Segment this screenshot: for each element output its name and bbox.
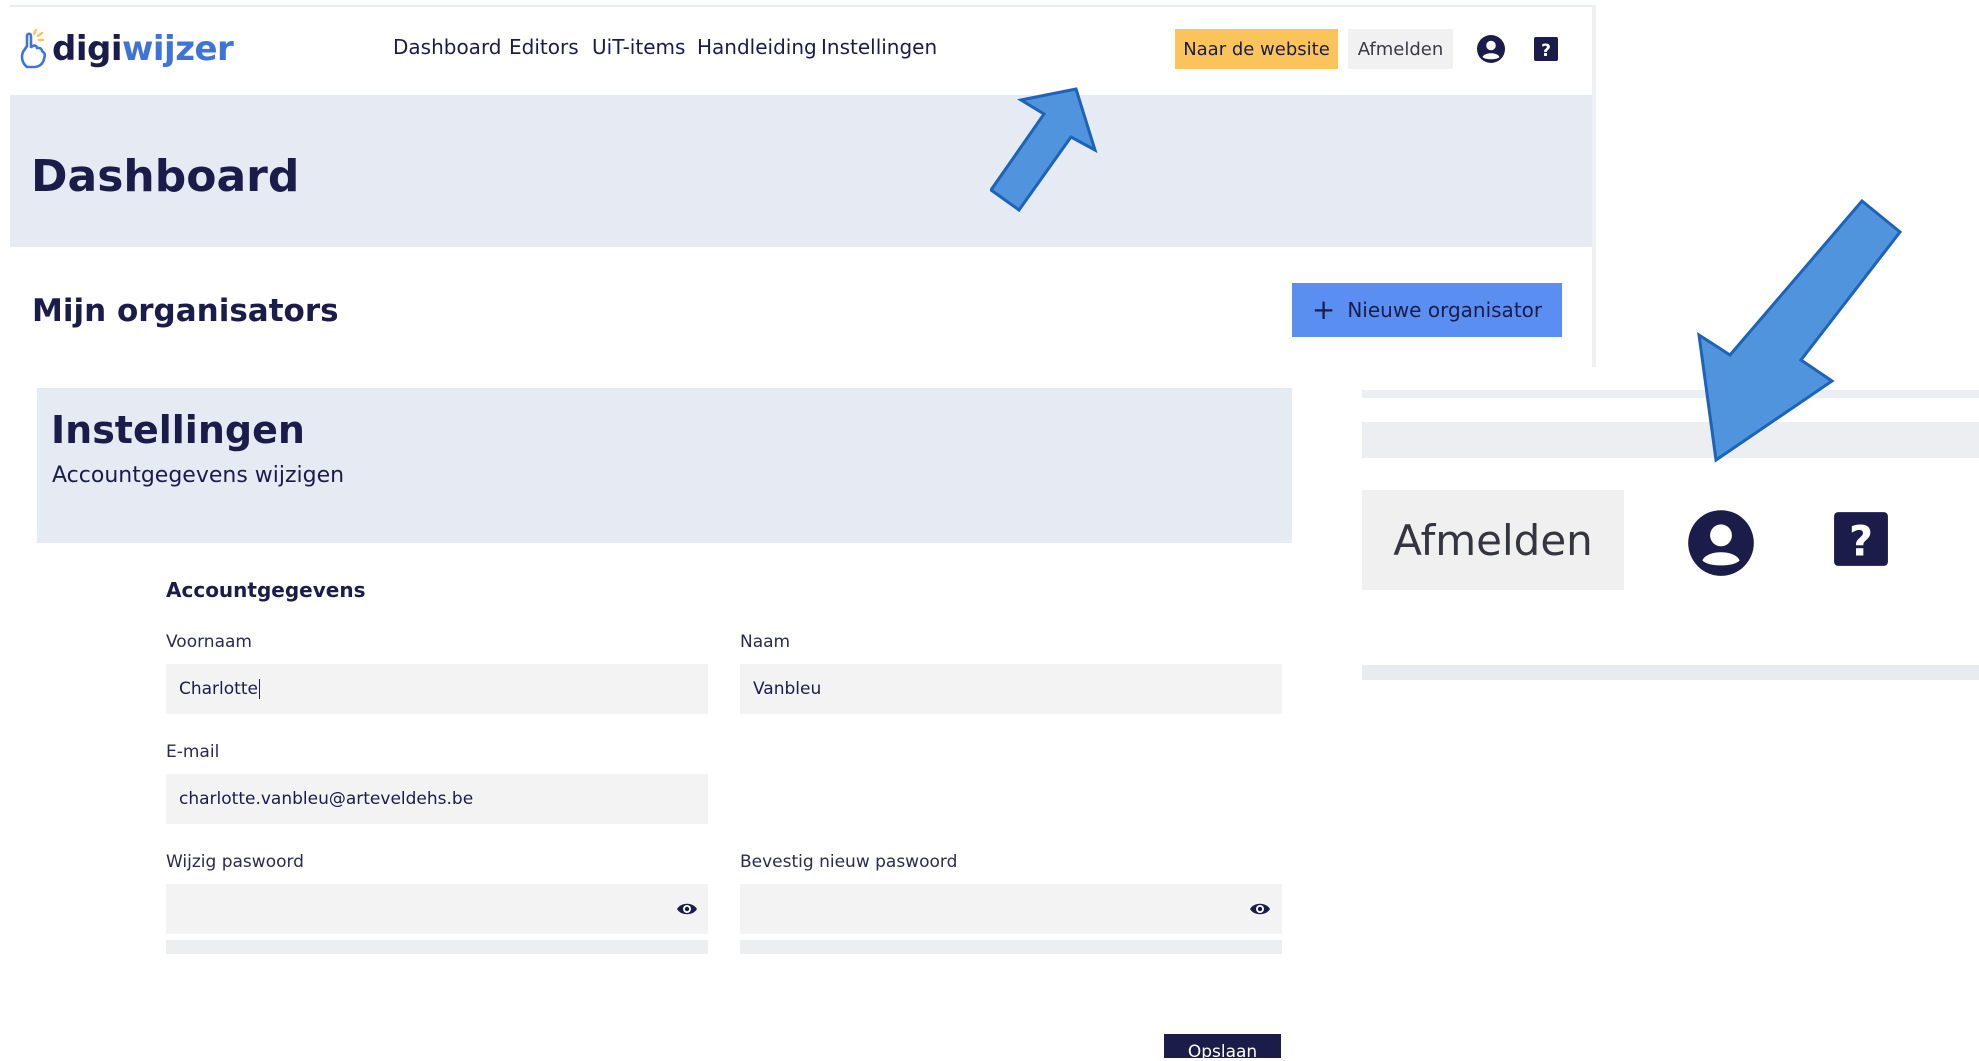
email-value: charlotte.vanbleu@arteveldehs.be	[179, 789, 474, 809]
zoom-band	[1362, 390, 1979, 398]
dashboard-hero: Dashboard	[10, 95, 1592, 247]
lastname-input[interactable]: Vanbleu	[740, 664, 1282, 714]
brand-logo[interactable]: digiwijzer	[18, 27, 234, 71]
eye-icon[interactable]	[676, 901, 698, 917]
nav-instellingen[interactable]: Instellingen	[821, 35, 937, 59]
nav-editors[interactable]: Editors	[509, 35, 579, 59]
firstname-input[interactable]: Charlotte	[166, 664, 708, 714]
password-label: Wijzig paswoord	[166, 852, 304, 872]
password-confirm-strength-bar	[740, 940, 1282, 954]
new-organisator-button[interactable]: + Nieuwe organisator	[1292, 283, 1562, 337]
section-title: Mijn organisators	[32, 293, 339, 329]
zoom-band	[1362, 665, 1979, 680]
save-button[interactable]: Opslaan	[1164, 1034, 1281, 1058]
top-navbar: digiwijzer Dashboard Editors UiT-items H…	[10, 7, 1592, 89]
settings-hero: Instellingen Accountgegevens wijzigen	[37, 388, 1292, 543]
brand-name: digiwijzer	[52, 29, 234, 69]
password-confirm-input[interactable]	[740, 884, 1282, 934]
user-circle-icon[interactable]	[1686, 508, 1756, 578]
page-title: Dashboard	[31, 151, 300, 202]
eye-icon[interactable]	[1249, 901, 1271, 917]
user-circle-icon[interactable]	[1475, 33, 1507, 65]
zoomed-header-screenshot: Afmelden ?	[1362, 390, 1979, 680]
question-mark-icon[interactable]: ?	[1532, 35, 1560, 63]
email-input[interactable]: charlotte.vanbleu@arteveldehs.be	[166, 774, 708, 824]
plus-icon: +	[1311, 293, 1336, 326]
email-label: E-mail	[166, 742, 220, 762]
nav-dashboard[interactable]: Dashboard	[393, 35, 502, 59]
account-section-title: Accountgegevens	[166, 578, 366, 602]
logout-button[interactable]: Afmelden	[1348, 29, 1453, 69]
lastname-label: Naam	[740, 632, 791, 652]
password-strength-bar	[166, 940, 708, 954]
firstname-label: Voornaam	[166, 632, 252, 652]
text-caret	[258, 679, 260, 699]
dashboard-screenshot: digiwijzer Dashboard Editors UiT-items H…	[10, 5, 1596, 367]
password-confirm-label: Bevestig nieuw paswoord	[740, 852, 958, 872]
new-organisator-label: Nieuwe organisator	[1347, 298, 1543, 322]
nav-uit-items[interactable]: UiT-items	[592, 35, 685, 59]
firstname-value: Charlotte	[179, 679, 258, 699]
screenshot-edge	[1592, 5, 1596, 367]
svg-text:?: ?	[1849, 518, 1873, 566]
svg-text:?: ?	[1541, 41, 1551, 61]
lastname-value: Vanbleu	[753, 679, 822, 699]
logout-button-zoomed[interactable]: Afmelden	[1362, 490, 1624, 590]
hand-pointer-icon	[20, 29, 46, 69]
question-mark-icon[interactable]: ?	[1832, 510, 1890, 568]
settings-screenshot: Instellingen Accountgegevens wijzigen Ac…	[37, 388, 1292, 1058]
website-button[interactable]: Naar de website	[1175, 29, 1338, 69]
password-input[interactable]	[166, 884, 708, 934]
settings-title: Instellingen	[51, 408, 305, 452]
nav-handleiding[interactable]: Handleiding	[697, 35, 817, 59]
zoom-band	[1362, 422, 1979, 458]
settings-subtitle: Accountgegevens wijzigen	[52, 463, 345, 488]
